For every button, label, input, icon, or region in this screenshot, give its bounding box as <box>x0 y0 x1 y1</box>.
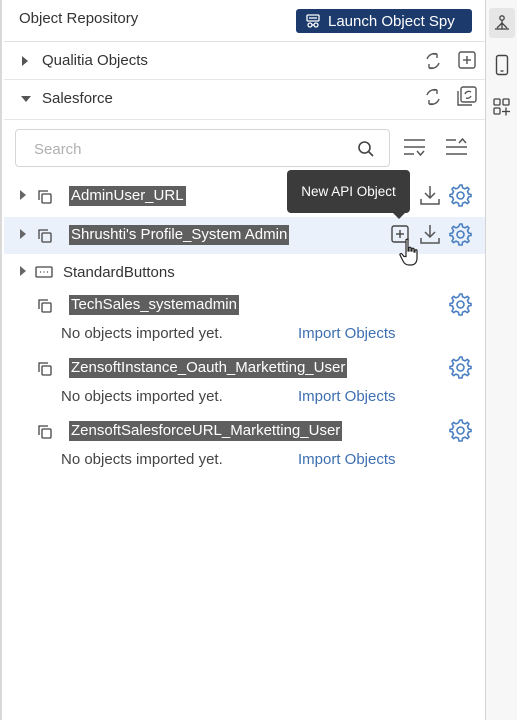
gear-icon[interactable] <box>448 355 472 379</box>
tree-item-label: ZensoftInstance_Oauth_Marketting_User <box>69 358 348 378</box>
empty-state-row: No objects imported yet. Import Objects <box>4 323 485 347</box>
tree-row[interactable]: ZensoftSalesforceURL_Marketting_User <box>4 413 485 449</box>
section-salesforce[interactable]: Salesforce <box>4 80 485 120</box>
copy-stack-icon <box>38 190 52 204</box>
object-repository-panel: Object Repository Launch Object Spy Qual… <box>0 0 485 720</box>
import-objects-link[interactable]: Import Objects <box>298 325 396 342</box>
caret-right-icon[interactable] <box>19 266 27 276</box>
tooltip: New API Object <box>287 170 410 219</box>
grid-add-icon <box>493 98 510 116</box>
caret-down-icon[interactable] <box>20 94 32 104</box>
rail-tab-mobile[interactable] <box>489 50 515 80</box>
search-icon[interactable] <box>357 140 375 158</box>
import-objects-link[interactable]: Import Objects <box>298 451 396 468</box>
launch-object-spy-button[interactable]: Launch Object Spy <box>296 9 472 33</box>
caret-right-icon[interactable] <box>19 229 27 239</box>
import-objects-link[interactable]: Import Objects <box>298 388 396 405</box>
sync-copy-icon[interactable] <box>456 85 478 107</box>
expand-all-icon[interactable] <box>403 136 427 158</box>
gear-icon[interactable] <box>448 183 472 207</box>
empty-message: No objects imported yet. <box>61 388 223 405</box>
tree-row[interactable]: TechSales_systemadmin <box>4 287 485 323</box>
tooltip-text: New API Object <box>301 184 396 199</box>
panel-title: Object Repository <box>19 10 139 27</box>
copy-stack-icon <box>38 362 52 376</box>
caret-right-icon[interactable] <box>19 190 27 200</box>
gear-icon[interactable] <box>448 418 472 442</box>
object-tree-icon <box>495 15 509 30</box>
tree-item-label: Shrushti's Profile_System Admin <box>69 225 290 245</box>
section-label-qualitia-objects: Qualitia Objects <box>42 52 148 69</box>
search-box <box>15 129 390 167</box>
refresh-icon[interactable] <box>422 86 444 108</box>
gear-icon[interactable] <box>448 222 472 246</box>
tree-row[interactable]: AdminUser_URL <box>4 178 485 214</box>
copy-stack-icon <box>38 229 52 243</box>
collapse-all-icon[interactable] <box>445 136 469 158</box>
copy-stack-icon <box>38 425 52 439</box>
buttons-icon <box>35 266 53 278</box>
tree-row[interactable]: ZensoftInstance_Oauth_Marketting_User <box>4 350 485 386</box>
refresh-icon[interactable] <box>422 50 444 72</box>
tree-item-label: StandardButtons <box>63 264 175 281</box>
download-icon[interactable] <box>418 183 442 207</box>
hand-cursor-icon <box>399 238 418 266</box>
tree-item-label: TechSales_systemadmin <box>69 295 239 315</box>
tree-item-label: AdminUser_URL <box>69 186 186 206</box>
section-label-salesforce: Salesforce <box>42 90 113 107</box>
empty-message: No objects imported yet. <box>61 451 223 468</box>
tree-item-label: ZensoftSalesforceURL_Marketting_User <box>69 421 343 441</box>
gear-icon[interactable] <box>448 292 472 316</box>
launch-object-spy-label: Launch Object Spy <box>328 12 455 30</box>
caret-right-icon[interactable] <box>20 55 30 67</box>
panel-header: Object Repository Launch Object Spy <box>4 0 485 42</box>
search-input[interactable] <box>34 139 354 159</box>
right-side-rail <box>485 0 517 720</box>
add-square-icon[interactable] <box>457 50 477 70</box>
mobile-phone-icon <box>495 54 509 76</box>
rail-tab-add-widget[interactable] <box>489 92 515 122</box>
empty-message: No objects imported yet. <box>61 325 223 342</box>
section-qualitia-objects[interactable]: Qualitia Objects <box>4 42 485 80</box>
empty-state-row: No objects imported yet. Import Objects <box>4 386 485 410</box>
empty-state-row: No objects imported yet. Import Objects <box>4 449 485 473</box>
spy-icon <box>306 14 320 28</box>
copy-stack-icon <box>38 299 52 313</box>
rail-tab-object-repository[interactable] <box>489 8 515 38</box>
